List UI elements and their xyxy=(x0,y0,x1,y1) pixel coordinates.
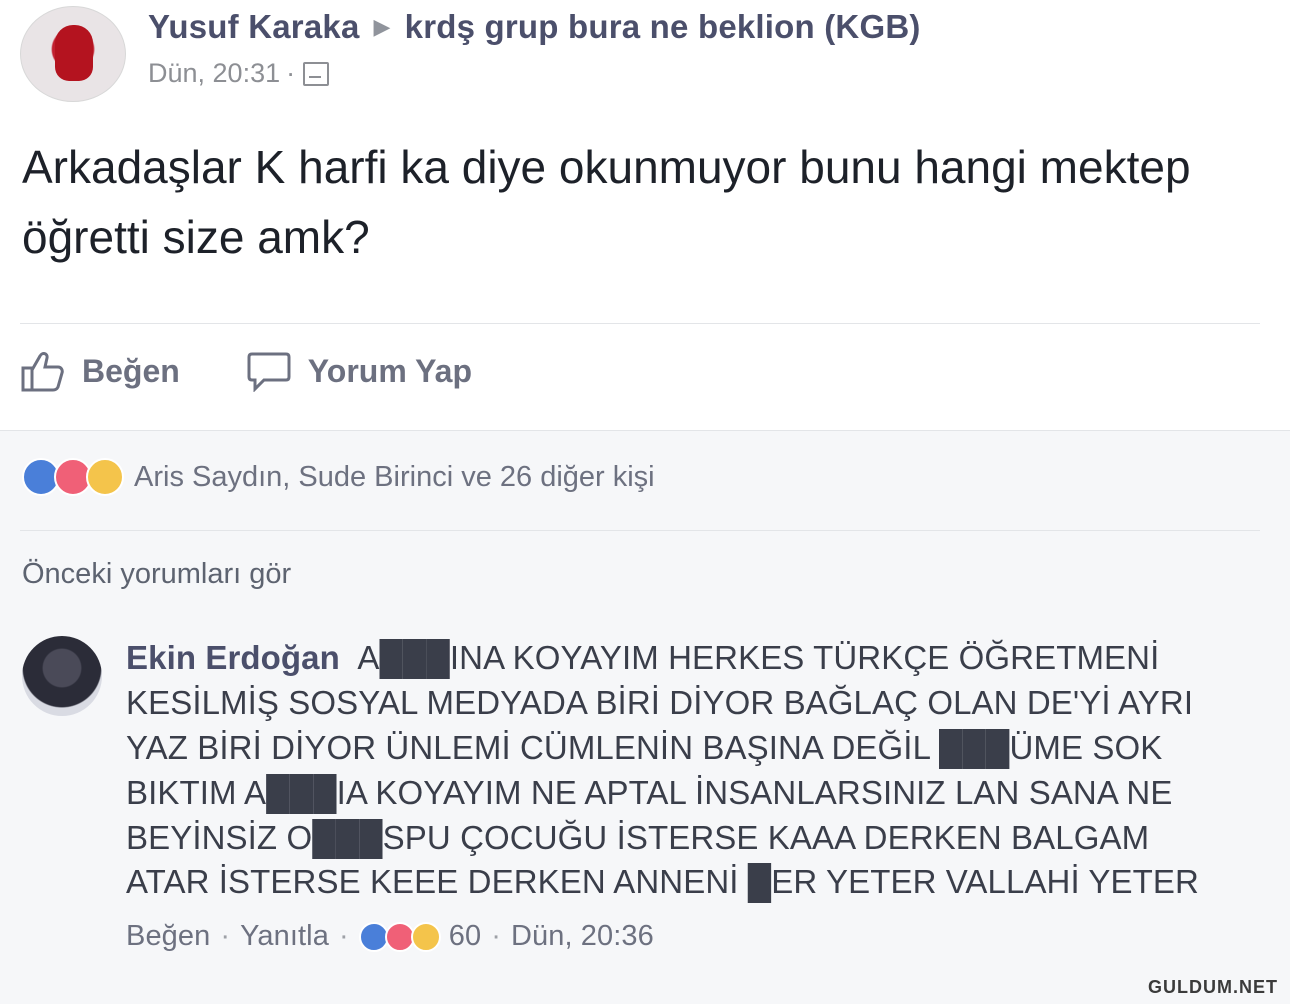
comment: Ekin Erdoğan A███INA KOYAYIM HERKES TÜRK… xyxy=(22,636,1236,957)
divider xyxy=(20,323,1260,324)
post-header: Yusuf Karaka ▶ krdş grup bura ne beklion… xyxy=(20,6,921,102)
group-audience-icon xyxy=(303,61,330,86)
dot-separator: · xyxy=(220,920,231,953)
sad-icon xyxy=(86,458,124,496)
commenter-name-link[interactable]: Ekin Erdoğan xyxy=(126,639,340,676)
haha-icon xyxy=(410,921,441,952)
comment-button[interactable]: Yorum Yap xyxy=(246,350,472,392)
post-meta: Yusuf Karaka ▶ krdş grup bura ne beklion… xyxy=(148,8,921,89)
divider xyxy=(0,430,1290,431)
reaction-summary[interactable]: Aris Saydın, Sude Birinci ve 26 diğer ki… xyxy=(22,458,655,496)
post-actions: Beğen Yorum Yap xyxy=(20,350,538,392)
reaction-summary-text: Aris Saydın, Sude Birinci ve 26 diğer ki… xyxy=(134,460,655,493)
commenter-avatar[interactable] xyxy=(22,636,102,716)
author-avatar[interactable] xyxy=(20,6,126,102)
view-previous-comments-link[interactable]: Önceki yorumları gör xyxy=(22,558,291,591)
comment-footer: Beğen · Yanıtla · 60 · Dün, 20:36 xyxy=(126,917,1236,956)
dot-separator: · xyxy=(491,920,501,953)
watermark: GULDUM.NET xyxy=(1148,977,1278,997)
post-subline: Dün, 20:31 · xyxy=(148,58,921,89)
comment-timestamp[interactable]: Dün, 20:36 xyxy=(511,917,654,956)
avatar-hand-image xyxy=(55,25,93,81)
group-name-link[interactable]: krdş grup bura ne beklion (KGB) xyxy=(405,8,921,46)
author-name-link[interactable]: Yusuf Karaka xyxy=(148,8,360,46)
comment-like-button[interactable]: Beğen xyxy=(126,917,210,956)
dot-separator: · xyxy=(286,58,296,88)
like-label: Beğen xyxy=(82,352,180,389)
comment-reaction-count[interactable]: 60 xyxy=(449,917,481,956)
post-timestamp[interactable]: Dün, 20:31 xyxy=(148,58,280,89)
comment-text: A███INA KOYAYIM HERKES TÜRKÇE ÖĞRETMENİ … xyxy=(126,639,1199,901)
comment-icon xyxy=(247,352,291,392)
post-text: Arkadaşlar K harfi ka diye okunmuyor bun… xyxy=(22,141,1191,264)
thumbs-up-icon xyxy=(21,352,64,392)
comment-reply-button[interactable]: Yanıtla xyxy=(240,917,329,956)
arrow-right-icon: ▶ xyxy=(373,14,391,39)
comments-section: Aris Saydın, Sude Birinci ve 26 diğer ki… xyxy=(0,430,1290,1004)
dot-separator: · xyxy=(338,920,349,953)
like-button[interactable]: Beğen xyxy=(20,350,180,392)
post-names: Yusuf Karaka ▶ krdş grup bura ne beklion… xyxy=(148,8,921,46)
comment-text-block: Ekin Erdoğan A███INA KOYAYIM HERKES TÜRK… xyxy=(126,636,1236,905)
comment-label: Yorum Yap xyxy=(307,352,472,389)
divider xyxy=(20,530,1260,531)
comment-body: Ekin Erdoğan A███INA KOYAYIM HERKES TÜRK… xyxy=(126,636,1236,957)
